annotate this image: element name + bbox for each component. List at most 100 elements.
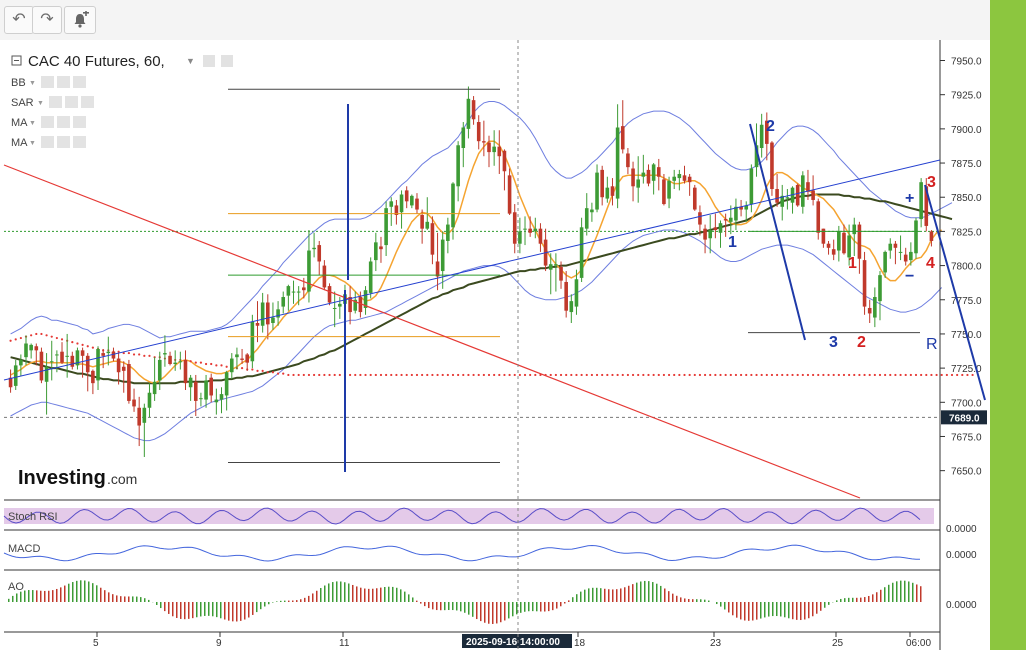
candle-body [497, 146, 502, 157]
candle-body [559, 266, 563, 281]
ao-bar [816, 602, 818, 614]
candle-body [626, 153, 630, 168]
sar-dot [410, 373, 413, 377]
ao-bar [884, 587, 886, 602]
ao-bar [352, 584, 354, 602]
chart-title: CAC 40 Futures, 60, [28, 53, 165, 70]
sar-dot [863, 373, 866, 377]
sar-dot [765, 373, 768, 377]
candle-body [240, 358, 244, 360]
candle-body [250, 321, 255, 362]
add-alert-button[interactable] [64, 6, 96, 34]
ao-bar [632, 584, 634, 602]
candle-body [101, 353, 105, 356]
sar-dot [523, 373, 527, 377]
ao-bar [232, 602, 234, 622]
ao-bar [252, 602, 254, 615]
candle-body [34, 346, 39, 351]
ao-bar [420, 602, 422, 604]
price-tick-label: 7650.0 [951, 467, 982, 478]
time-tick-label: 18 [574, 638, 586, 649]
sar-dot [132, 353, 136, 356]
ao-bar [124, 596, 126, 602]
sar-dot [426, 373, 429, 377]
candle-body [152, 381, 157, 395]
sar-dot [745, 373, 748, 377]
title-dropdown-icon[interactable]: ▼ [186, 56, 195, 66]
sar-dot [421, 373, 424, 377]
candle-body [55, 354, 59, 356]
candle-body [476, 122, 481, 142]
ao-bar [156, 602, 158, 606]
sar-dot [395, 373, 398, 377]
candle-body [137, 407, 141, 426]
sar-dot [374, 373, 377, 377]
sar-dot [559, 373, 563, 377]
candle-body [70, 355, 75, 367]
ao-bar [484, 602, 486, 623]
ao-bar [72, 582, 74, 602]
candle-body [801, 175, 805, 207]
bell-plus-icon [74, 10, 89, 28]
candle-body [446, 224, 450, 241]
ao-bar [696, 599, 698, 602]
ao-bar [500, 602, 502, 623]
ao-bar [548, 602, 550, 612]
candle-body [610, 186, 615, 196]
candle-body [677, 173, 682, 179]
sar-dot [729, 373, 732, 377]
sar-dot [19, 336, 22, 340]
redo-button[interactable]: ↷ [32, 6, 62, 34]
ao-bar [180, 602, 182, 619]
candle-body [229, 358, 234, 373]
sar-dot [750, 373, 753, 377]
sar-dot [50, 335, 53, 338]
ao-bar [332, 582, 334, 602]
ao-bar [336, 581, 338, 602]
candle-body [888, 243, 893, 251]
time-tick-label: 11 [339, 638, 350, 649]
ao-bar [96, 585, 98, 602]
wave-label-blue: 1 [728, 234, 737, 251]
sar-dot [894, 373, 897, 377]
sar-dot [508, 373, 511, 377]
ao-bar [692, 599, 694, 602]
candle-body [85, 355, 90, 373]
sar-dot [446, 373, 449, 377]
crosshair-time-label: 2025-09-16 14:00:00 [466, 637, 560, 648]
candle-body [698, 212, 702, 225]
ao-bar [896, 581, 898, 602]
sar-dot [554, 373, 557, 377]
ao-bar [860, 597, 862, 602]
time-tick-label: 23 [710, 638, 722, 649]
candle-body [620, 126, 625, 150]
sar-dot [400, 373, 403, 377]
candle-body [837, 231, 841, 251]
undo-button[interactable]: ↶ [4, 6, 34, 34]
candle-body [163, 353, 167, 355]
ao-bar [44, 590, 46, 602]
ao-bar [508, 602, 510, 619]
sar-dot [724, 373, 727, 377]
candle-body [471, 100, 476, 120]
sar-dot [71, 341, 74, 344]
stoch-rsi-label: Stoch RSI [8, 511, 58, 523]
ao-bar [844, 598, 846, 602]
indicator-settings-icon [57, 116, 70, 128]
candle-body [795, 184, 800, 206]
sar-dot [796, 373, 799, 377]
ao-bar [224, 602, 226, 620]
ao-bar [776, 602, 778, 617]
price-tick-label: 7900.0 [951, 125, 982, 136]
candle-body [265, 302, 270, 325]
ao-bar [720, 602, 722, 607]
sar-dot [770, 373, 774, 377]
ao-bar [24, 590, 26, 602]
candle-body [903, 254, 908, 262]
candle-body [178, 361, 183, 363]
ao-bar [744, 602, 746, 621]
indicator-dropdown-icon: ▼ [29, 120, 36, 127]
chart-area[interactable]: CAC 40 Futures, 60, ▼ BB ▼SAR ▼MA ▼MA ▼ Stoc… [0, 40, 990, 650]
indicator-label: MA [11, 137, 28, 149]
candle-body [723, 219, 728, 221]
